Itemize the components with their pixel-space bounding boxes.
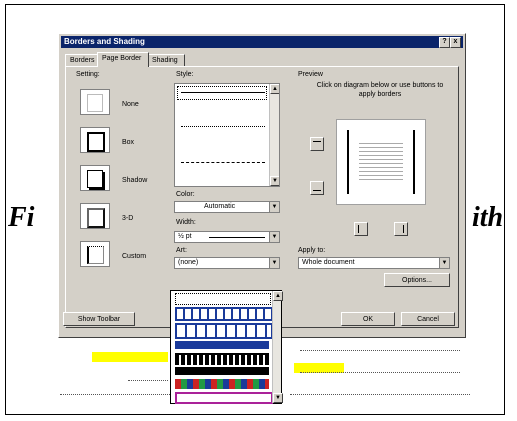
art-option-black-band[interactable] xyxy=(175,367,269,375)
background-text-fragment xyxy=(300,372,460,374)
width-value: ½ pt xyxy=(178,233,192,240)
setting-label: Setting: xyxy=(76,71,100,78)
tab-page-border[interactable]: Page Border xyxy=(97,52,149,67)
right-border-icon xyxy=(403,225,404,233)
color-label: Color: xyxy=(176,191,195,198)
color-value: Automatic xyxy=(204,203,236,210)
left-border-button[interactable] xyxy=(354,222,368,236)
background-heading-left: Fi xyxy=(8,202,35,233)
art-label: Art: xyxy=(176,247,187,254)
bottom-border-icon xyxy=(313,190,321,191)
ok-button[interactable]: OK xyxy=(341,312,395,326)
options-button[interactable]: Options... xyxy=(384,273,450,287)
tab-shading[interactable]: Shading xyxy=(147,54,185,66)
art-select[interactable]: (none) ▼ xyxy=(174,257,280,269)
style-dashed-line[interactable] xyxy=(181,162,265,163)
art-option-none[interactable] xyxy=(175,293,271,305)
background-text-fragment xyxy=(300,350,460,352)
apply-to-value: Whole document xyxy=(302,259,355,266)
style-selection xyxy=(177,86,267,100)
left-border-icon xyxy=(358,225,359,233)
style-list[interactable]: ▲ ▼ xyxy=(174,83,280,187)
dialog-titlebar: Borders and Shading ? x xyxy=(61,36,463,48)
art-option-blue-frames[interactable] xyxy=(175,307,273,321)
background-text-fragment xyxy=(128,380,168,382)
color-select[interactable]: Automatic ▼ xyxy=(174,201,280,213)
chevron-down-icon[interactable]: ▼ xyxy=(439,258,449,268)
art-value: (none) xyxy=(178,259,199,266)
setting-none-icon[interactable] xyxy=(80,89,110,115)
right-border-button[interactable] xyxy=(394,222,408,236)
width-label: Width: xyxy=(176,219,196,226)
setting-custom-icon[interactable] xyxy=(80,241,110,267)
bottom-border-button[interactable] xyxy=(310,181,324,195)
chevron-down-icon[interactable]: ▼ xyxy=(269,202,279,212)
setting-3d-icon[interactable] xyxy=(80,203,110,229)
chevron-down-icon[interactable]: ▼ xyxy=(269,258,279,268)
dialog-title: Borders and Shading xyxy=(64,37,145,46)
style-dotted-line[interactable] xyxy=(181,126,265,127)
style-label: Style: xyxy=(176,71,194,78)
scroll-down-icon[interactable]: ▼ xyxy=(273,393,283,403)
style-scrollbar[interactable]: ▲ ▼ xyxy=(269,84,279,186)
art-dropdown-list[interactable]: ▲ ▼ xyxy=(170,290,283,404)
width-line-sample xyxy=(209,237,265,238)
preview-right-border xyxy=(413,130,415,194)
background-text-fragment xyxy=(60,394,170,396)
close-icon[interactable]: x xyxy=(450,37,461,48)
background-heading-right: ith xyxy=(472,202,504,233)
apply-to-select[interactable]: Whole document ▼ xyxy=(298,257,450,269)
preview-instructions: Click on diagram below or use buttons to… xyxy=(316,82,444,98)
art-scrollbar[interactable]: ▲ ▼ xyxy=(272,291,283,403)
preview-left-border xyxy=(347,130,349,194)
art-option-blue-boxes[interactable] xyxy=(175,323,273,339)
setting-box-icon[interactable] xyxy=(80,127,110,153)
cancel-button[interactable]: Cancel xyxy=(401,312,455,326)
tab-borders[interactable]: Borders xyxy=(65,54,99,66)
setting-shadow-label: Shadow xyxy=(122,177,148,184)
scroll-up-icon[interactable]: ▲ xyxy=(273,291,283,301)
setting-none-label: None xyxy=(122,101,139,108)
width-select[interactable]: ½ pt ▼ xyxy=(174,231,280,243)
scroll-down-icon[interactable]: ▼ xyxy=(270,176,279,186)
setting-box-label: Box xyxy=(122,139,135,146)
help-icon[interactable]: ? xyxy=(439,37,450,48)
art-option-blue-solid[interactable] xyxy=(175,341,269,349)
preview-text-lines xyxy=(359,140,403,180)
setting-custom-label: Custom xyxy=(122,253,147,260)
top-border-icon xyxy=(313,141,321,142)
apply-to-label: Apply to: xyxy=(298,247,326,254)
chevron-down-icon[interactable]: ▼ xyxy=(269,232,279,242)
setting-3d-label: 3-D xyxy=(122,215,134,222)
background-text-fragment xyxy=(290,394,470,396)
preview-label: Preview xyxy=(298,71,323,78)
scroll-up-icon[interactable]: ▲ xyxy=(270,84,279,94)
show-toolbar-button[interactable]: Show Toolbar xyxy=(63,312,135,326)
art-option-magenta[interactable] xyxy=(175,392,273,404)
art-option-colorful[interactable] xyxy=(175,379,269,389)
setting-shadow-icon[interactable] xyxy=(80,165,110,191)
background-highlight xyxy=(92,352,168,362)
preview-diagram[interactable] xyxy=(336,119,426,205)
art-option-black-ornate[interactable] xyxy=(175,353,269,365)
top-border-button[interactable] xyxy=(310,137,324,151)
